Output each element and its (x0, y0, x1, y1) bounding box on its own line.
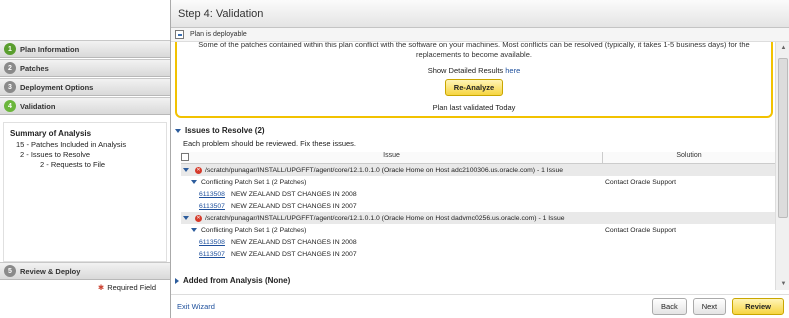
oracle-home-path: /scratch/punagar/INSTALL/UPGFFT/agent/co… (205, 214, 565, 222)
wizard-footer: Exit Wizard Back Next Review (171, 294, 789, 318)
footer-buttons: Back Next Review (652, 298, 784, 315)
scroll-up-icon[interactable]: ▲ (776, 42, 789, 54)
summary-row: 2 - Issues to Resolve (10, 150, 160, 160)
summary-row: 2 - Requests to File (10, 160, 160, 170)
patch-row: 6113508 NEW ZEALAND DST CHANGES IN 2008 (181, 188, 775, 200)
status-bar: Plan is deployable (171, 28, 789, 42)
main-panel: Step 4: Validation Plan is deployable So… (170, 0, 789, 318)
patch-id-link[interactable]: 6113508 (199, 191, 225, 198)
next-button[interactable]: Next (692, 298, 727, 315)
solution-text: Contact Oracle Support (605, 226, 677, 234)
conflict-label: Conflicting Patch Set 1 (2 Patches) (201, 178, 307, 186)
patch-row: 6113508 NEW ZEALAND DST CHANGES IN 2008 (181, 236, 775, 248)
step-number-badge: 1 (4, 43, 16, 55)
back-button[interactable]: Back (652, 298, 687, 315)
content-area: Some of the patches contained within thi… (171, 42, 775, 290)
patch-description: NEW ZEALAND DST CHANGES IN 2008 (230, 190, 357, 198)
detailed-results-link[interactable]: here (505, 66, 520, 75)
last-validated-text: Plan last validated Today (432, 103, 516, 112)
wizard-step-patches[interactable]: 2 Patches (0, 59, 170, 77)
summary-title: Summary of Analysis (10, 129, 92, 138)
error-icon: ✕ (195, 166, 202, 174)
step-label: Validation (20, 101, 56, 111)
solution-text: Contact Oracle Support (605, 178, 677, 186)
step-label: Patches (20, 63, 49, 73)
review-button[interactable]: Review (732, 298, 784, 315)
summary-text: - Requests to File (46, 160, 106, 169)
expand-down-icon (175, 128, 181, 133)
step-number-badge: 3 (4, 81, 16, 93)
wizard-step-deployment-options[interactable]: 3 Deployment Options (0, 78, 170, 96)
sidebar-spacer (0, 0, 170, 40)
summary-count: 15 (16, 140, 25, 149)
expand-down-icon[interactable] (191, 228, 197, 232)
page-header: Step 4: Validation (171, 0, 789, 28)
expand-right-icon (175, 277, 179, 284)
plan-document-icon (175, 30, 184, 39)
summary-text: - Issues to Resolve (26, 150, 91, 159)
wizard-step-plan-information[interactable]: 1 Plan Information (0, 40, 170, 58)
patch-row: 6113507 NEW ZEALAND DST CHANGES IN 2007 (181, 248, 775, 260)
conflict-label: Conflicting Patch Set 1 (2 Patches) (201, 226, 307, 234)
wizard-step-review-deploy[interactable]: 5 Review & Deploy (0, 262, 170, 280)
solution-column-header: Solution (603, 152, 775, 163)
required-field-note: ✱ Required Field (0, 280, 170, 294)
detailed-results-label: Show Detailed Results (427, 66, 504, 75)
summary-text: - Patches Included in Analysis (26, 140, 127, 149)
detailed-results-line: Show Detailed Results here (177, 66, 771, 75)
issues-description: Each problem should be reviewed. Fix the… (183, 139, 357, 148)
scroll-down-icon[interactable]: ▼ (776, 278, 789, 290)
required-asterisk-icon: ✱ (97, 282, 105, 292)
step-number-badge: 2 (4, 62, 16, 74)
step-number-badge: 4 (4, 100, 16, 112)
summary-of-analysis: Summary of Analysis 15 - Patches Include… (3, 122, 167, 262)
wizard-step-validation[interactable]: 4 Validation (0, 97, 170, 115)
sidebar-footer (0, 294, 170, 318)
summary-row: 15 - Patches Included in Analysis (10, 140, 160, 150)
wizard-sidebar: 1 Plan Information 2 Patches 3 Deploymen… (0, 0, 170, 318)
solution-column-label: Solution (676, 152, 702, 159)
patch-id-link[interactable]: 6113507 (199, 203, 225, 210)
patch-description: NEW ZEALAND DST CHANGES IN 2007 (230, 202, 357, 210)
issues-section-header[interactable]: Issues to Resolve (2) (175, 126, 265, 135)
added-section-header[interactable]: Added from Analysis (None) (175, 276, 290, 285)
conflict-row[interactable]: Conflicting Patch Set 1 (2 Patches) Cont… (181, 224, 775, 236)
patch-id-link[interactable]: 6113507 (199, 251, 225, 258)
added-section-title: Added from Analysis (None) (183, 276, 291, 285)
validation-message: Some of the patches contained within thi… (198, 42, 750, 59)
issues-table: Issue Solution ✕ /scratch/punagar/INSTAL… (181, 152, 775, 260)
step-number-badge: 5 (4, 265, 16, 277)
conflict-row[interactable]: Conflicting Patch Set 1 (2 Patches) Cont… (181, 176, 775, 188)
page-title: Step 4: Validation (178, 7, 264, 20)
required-field-label: Required Field (107, 282, 156, 292)
step-label: Review & Deploy (20, 266, 81, 276)
patch-description: NEW ZEALAND DST CHANGES IN 2007 (230, 250, 357, 258)
summary-count: 2 (40, 160, 45, 169)
issue-group-row[interactable]: ✕ /scratch/punagar/INSTALL/UPGFFT/agent/… (181, 164, 775, 176)
issue-group-row[interactable]: ✕ /scratch/punagar/INSTALL/UPGFFT/agent/… (181, 212, 775, 224)
issue-column-header: Issue (181, 152, 603, 163)
table-settings-icon[interactable] (181, 153, 189, 161)
oracle-home-path: /scratch/punagar/INSTALL/UPGFFT/agent/co… (205, 166, 564, 174)
patch-row: 6113507 NEW ZEALAND DST CHANGES IN 2007 (181, 200, 775, 212)
plan-status-text: Plan is deployable (190, 31, 247, 38)
expand-down-icon[interactable] (183, 216, 189, 220)
issue-column-label: Issue (383, 152, 400, 159)
patch-description: NEW ZEALAND DST CHANGES IN 2008 (230, 238, 357, 246)
issues-table-header: Issue Solution (181, 152, 775, 164)
issues-section-title: Issues to Resolve (2) (185, 126, 265, 135)
validation-info-box: Some of the patches contained within thi… (175, 42, 773, 118)
expand-down-icon[interactable] (191, 180, 197, 184)
expand-down-icon[interactable] (183, 168, 189, 172)
vertical-scrollbar[interactable]: ▲ ▼ (775, 42, 789, 290)
error-icon: ✕ (195, 214, 202, 222)
re-analyze-button[interactable]: Re-Analyze (444, 79, 504, 96)
summary-count: 2 (20, 150, 25, 159)
patch-id-link[interactable]: 6113508 (199, 239, 225, 246)
exit-wizard-link[interactable]: Exit Wizard (177, 302, 215, 311)
scroll-thumb[interactable] (778, 58, 788, 218)
step-label: Plan Information (20, 44, 80, 54)
step-label: Deployment Options (20, 82, 94, 92)
